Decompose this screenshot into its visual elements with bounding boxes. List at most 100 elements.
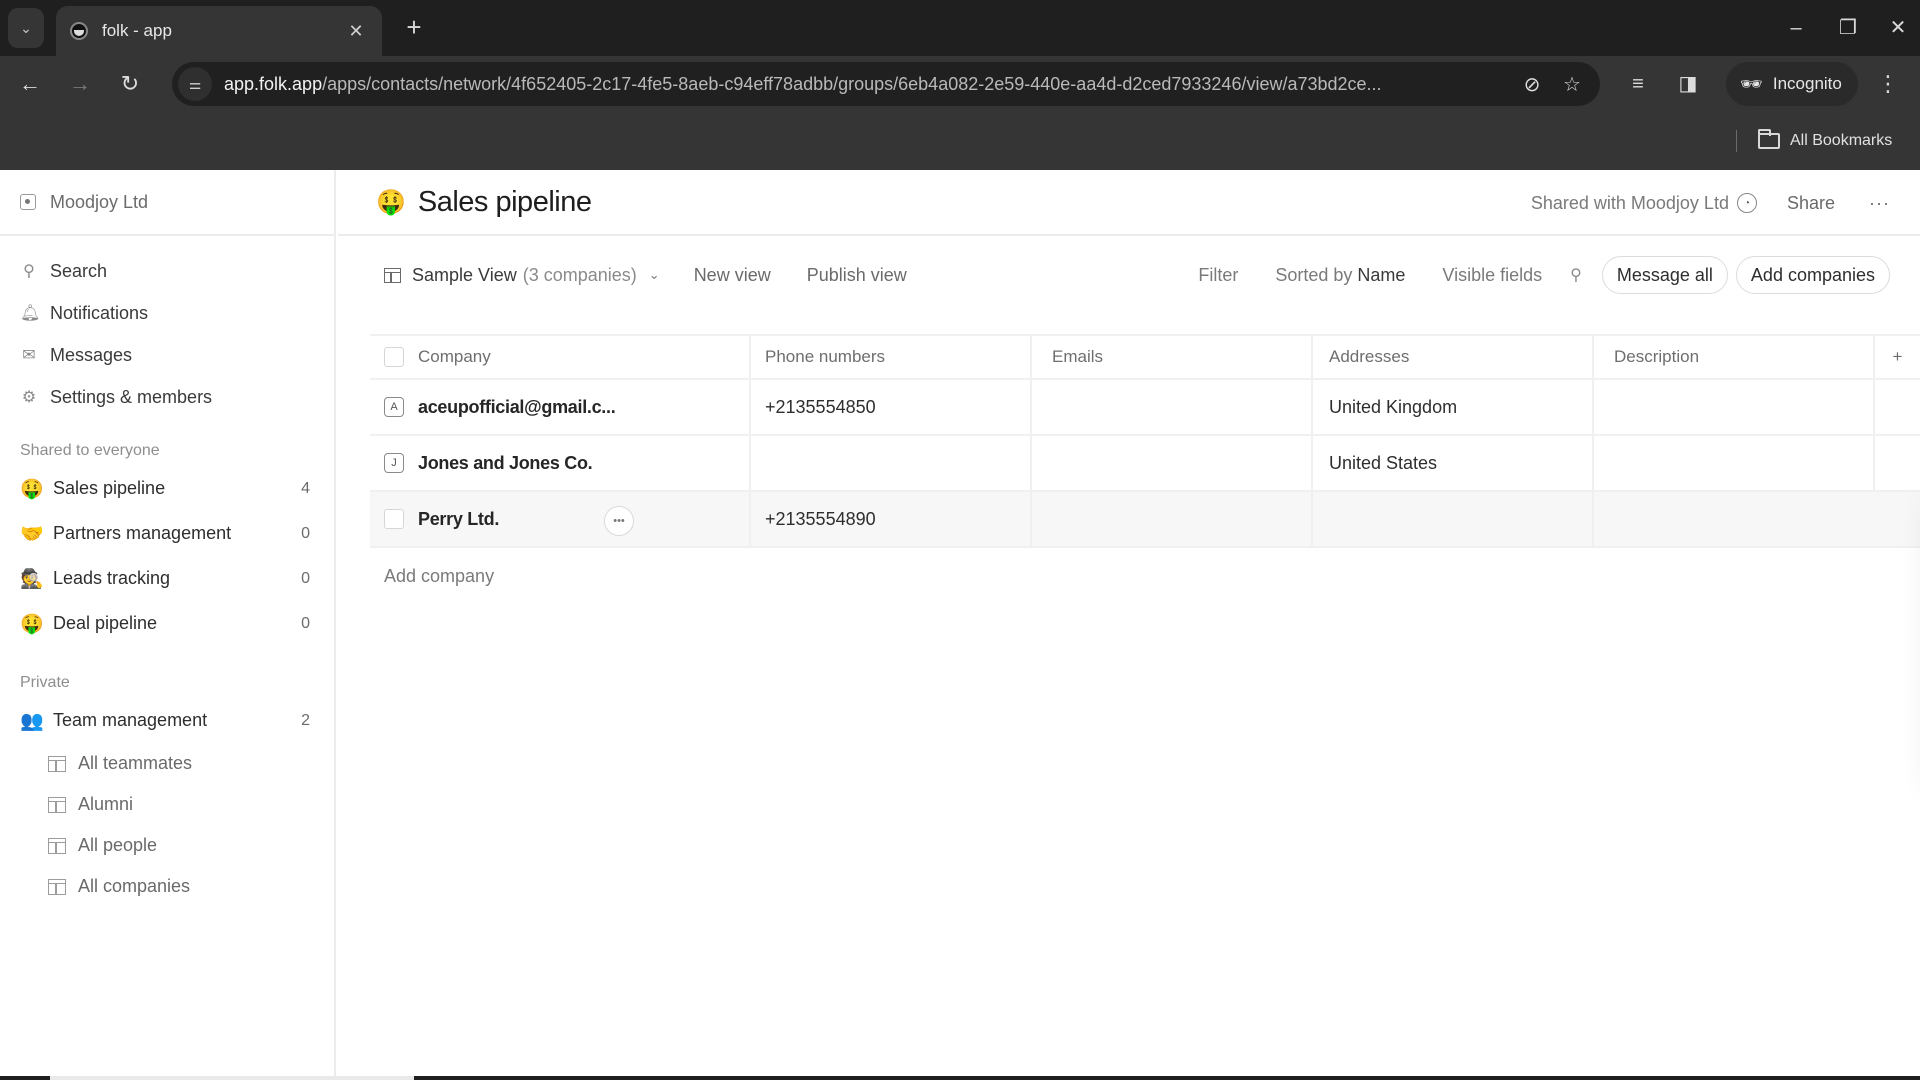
view-actions: Filter Sorted by Name Visible fields ⚲ M…	[1198, 236, 1890, 314]
sidebar-item-notifications[interactable]: 🔔︎ Notifications	[0, 292, 334, 334]
row-more-button[interactable]: •••	[604, 506, 634, 536]
workspace-name: Moodjoy Ltd	[50, 191, 149, 212]
row-checkbox[interactable]	[384, 509, 404, 529]
column-header-description[interactable]: Description	[1594, 336, 1875, 378]
shared-with-label[interactable]: Shared with Moodjoy Ltd	[1531, 193, 1729, 214]
view-count: (3 companies)	[522, 264, 637, 285]
cell-address[interactable]: United Kingdom	[1313, 380, 1594, 434]
view-label: All teammates	[78, 753, 193, 773]
sidebar-view-all-companies[interactable]: All companies	[0, 866, 334, 907]
browser-menu-button[interactable]: ⋮	[1872, 66, 1904, 102]
column-header-addresses[interactable]: Addresses	[1313, 336, 1594, 378]
restore-button[interactable]: ❐	[1828, 10, 1868, 46]
new-view-button[interactable]: New view	[694, 265, 771, 286]
add-companies-button[interactable]: Add companies	[1735, 256, 1890, 294]
arrow-right-icon: →	[69, 71, 91, 96]
sidebar-item-settings[interactable]: ⚙ Settings & members	[0, 376, 334, 418]
filter-button[interactable]: Filter	[1198, 265, 1238, 286]
sidebar-group-team-management[interactable]: 👥 Team management 2	[0, 698, 334, 743]
sidebar-item-messages[interactable]: ✉ Messages	[0, 334, 334, 376]
company-name[interactable]: Perry Ltd.	[418, 509, 499, 530]
cell-email[interactable]	[1032, 380, 1313, 434]
add-company-button[interactable]: Add company	[384, 566, 494, 587]
table-row[interactable]: J Jones and Jones Co. United States	[370, 436, 1920, 492]
minimize-button[interactable]: –	[1776, 10, 1816, 46]
sidebar-group-partners-management[interactable]: 🤝 Partners management 0	[0, 511, 334, 556]
group-label: Team management	[53, 710, 208, 730]
company-initial-badge[interactable]: A	[384, 397, 404, 417]
select-all-checkbox[interactable]	[384, 347, 404, 367]
cell-address[interactable]	[1313, 492, 1594, 546]
message-all-button[interactable]: Message all	[1601, 256, 1728, 294]
table-row[interactable]: Perry Ltd. ••• +2135554890	[370, 492, 1920, 548]
url-path: /apps/contacts/network/4f652405-2c17-4fe…	[322, 73, 1382, 94]
back-button[interactable]: ←	[12, 66, 48, 102]
browser-toolbar: ← → ↻ ⚌ app.folk.app/apps/contacts/netwo…	[0, 56, 1920, 112]
table-view-icon	[384, 267, 401, 283]
forward-button[interactable]: →	[62, 66, 98, 102]
sidebar-view-all-teammates[interactable]: All teammates	[0, 743, 334, 784]
group-count: 0	[301, 614, 310, 632]
new-tab-button[interactable]: +	[398, 12, 430, 44]
sidebar-view-alumni[interactable]: Alumni	[0, 784, 334, 825]
section-label-private: Private	[20, 674, 70, 691]
column-header-phone[interactable]: Phone numbers	[751, 336, 1032, 378]
add-column-button[interactable]: +	[1875, 336, 1920, 378]
share-button[interactable]: Share	[1787, 193, 1835, 214]
cell-company[interactable]: A aceupofficial@gmail.c...	[370, 380, 651, 434]
address-bar[interactable]: ⚌ app.folk.app/apps/contacts/network/4f6…	[172, 62, 1600, 106]
table-row[interactable]: A aceupofficial@gmail.c... +2135554850 U…	[370, 380, 1920, 436]
company-name[interactable]: aceupofficial@gmail.c...	[418, 397, 616, 418]
publish-view-button[interactable]: Publish view	[807, 265, 907, 286]
tab-close-icon[interactable]: ✕	[344, 21, 368, 42]
cell-email[interactable]	[1032, 492, 1313, 546]
cell-description[interactable]	[1594, 380, 1875, 434]
people-icon: 👥	[20, 710, 44, 732]
cell-email[interactable]	[1032, 436, 1313, 490]
cell-company[interactable]: J Jones and Jones Co.	[370, 436, 651, 490]
url-text[interactable]: app.folk.app/apps/contacts/network/4f652…	[224, 74, 1512, 95]
column-header-emails[interactable]: Emails	[1032, 336, 1313, 378]
media-queue-icon[interactable]: ≡	[1620, 66, 1656, 102]
more-options-button[interactable]: ···	[1869, 193, 1890, 214]
site-info-button[interactable]: ⚌	[178, 67, 212, 101]
company-initial-badge[interactable]: J	[384, 453, 404, 473]
workspace-icon	[20, 194, 36, 210]
star-icon[interactable]: ☆	[1552, 72, 1592, 97]
cell-address[interactable]: United States	[1313, 436, 1594, 490]
cell-phone[interactable]: +2135554890	[751, 492, 1032, 546]
window-close-button[interactable]: ✕	[1878, 10, 1918, 46]
view-selector[interactable]: Sample View (3 companies) ⌄	[384, 265, 694, 286]
sort-button[interactable]: Sorted by Name	[1275, 265, 1405, 286]
reload-button[interactable]: ↻	[112, 66, 148, 102]
search-icon: ⚲	[23, 263, 35, 280]
incognito-indicator[interactable]: 🕶 Incognito	[1726, 62, 1858, 106]
column-header-company[interactable]: Company	[370, 336, 651, 378]
search-icon[interactable]: ⚲	[1570, 265, 1582, 285]
sidebar-group-deal-pipeline[interactable]: 🤑 Deal pipeline 0	[0, 601, 334, 646]
column-label: Description	[1614, 347, 1700, 366]
cell-phone[interactable]: +2135554850	[751, 380, 1032, 434]
side-panel-icon[interactable]: ◨	[1670, 66, 1706, 102]
all-bookmarks-button[interactable]: All Bookmarks	[1758, 126, 1892, 156]
sidebar-item-search[interactable]: ⚲ Search	[0, 250, 334, 292]
page-title[interactable]: Sales pipeline	[418, 186, 592, 219]
table-header-row: Company Phone numbers Emails Addresses D…	[370, 334, 1920, 380]
sidebar-group-leads-tracking[interactable]: 🕵️ Leads tracking 0	[0, 556, 334, 601]
eye-off-icon[interactable]: ⊘	[1512, 72, 1552, 97]
company-name[interactable]: Jones and Jones Co.	[418, 453, 593, 474]
cell-company[interactable]: Perry Ltd. •••	[370, 492, 651, 546]
cell-description[interactable]	[1594, 436, 1875, 490]
cell-description[interactable]	[1594, 492, 1875, 546]
sidebar-view-all-people[interactable]: All people	[0, 825, 334, 866]
cell-phone[interactable]	[751, 436, 1032, 490]
money-face-icon: 🤑	[376, 188, 406, 216]
browser-tab-active[interactable]: folk - app ✕	[56, 6, 382, 56]
sidebar-group-sales-pipeline[interactable]: 🤑 Sales pipeline 4	[0, 466, 334, 511]
visible-fields-button[interactable]: Visible fields	[1442, 265, 1542, 286]
url-domain: app.folk.app	[224, 73, 323, 94]
workspace-switcher[interactable]: Moodjoy Ltd	[0, 170, 334, 236]
tab-search-button[interactable]: ⌄	[8, 8, 44, 48]
folk-app: Moodjoy Ltd ⚲ Search 🔔︎ Notifications ✉ …	[0, 170, 1920, 1080]
column-label: Company	[418, 347, 491, 366]
